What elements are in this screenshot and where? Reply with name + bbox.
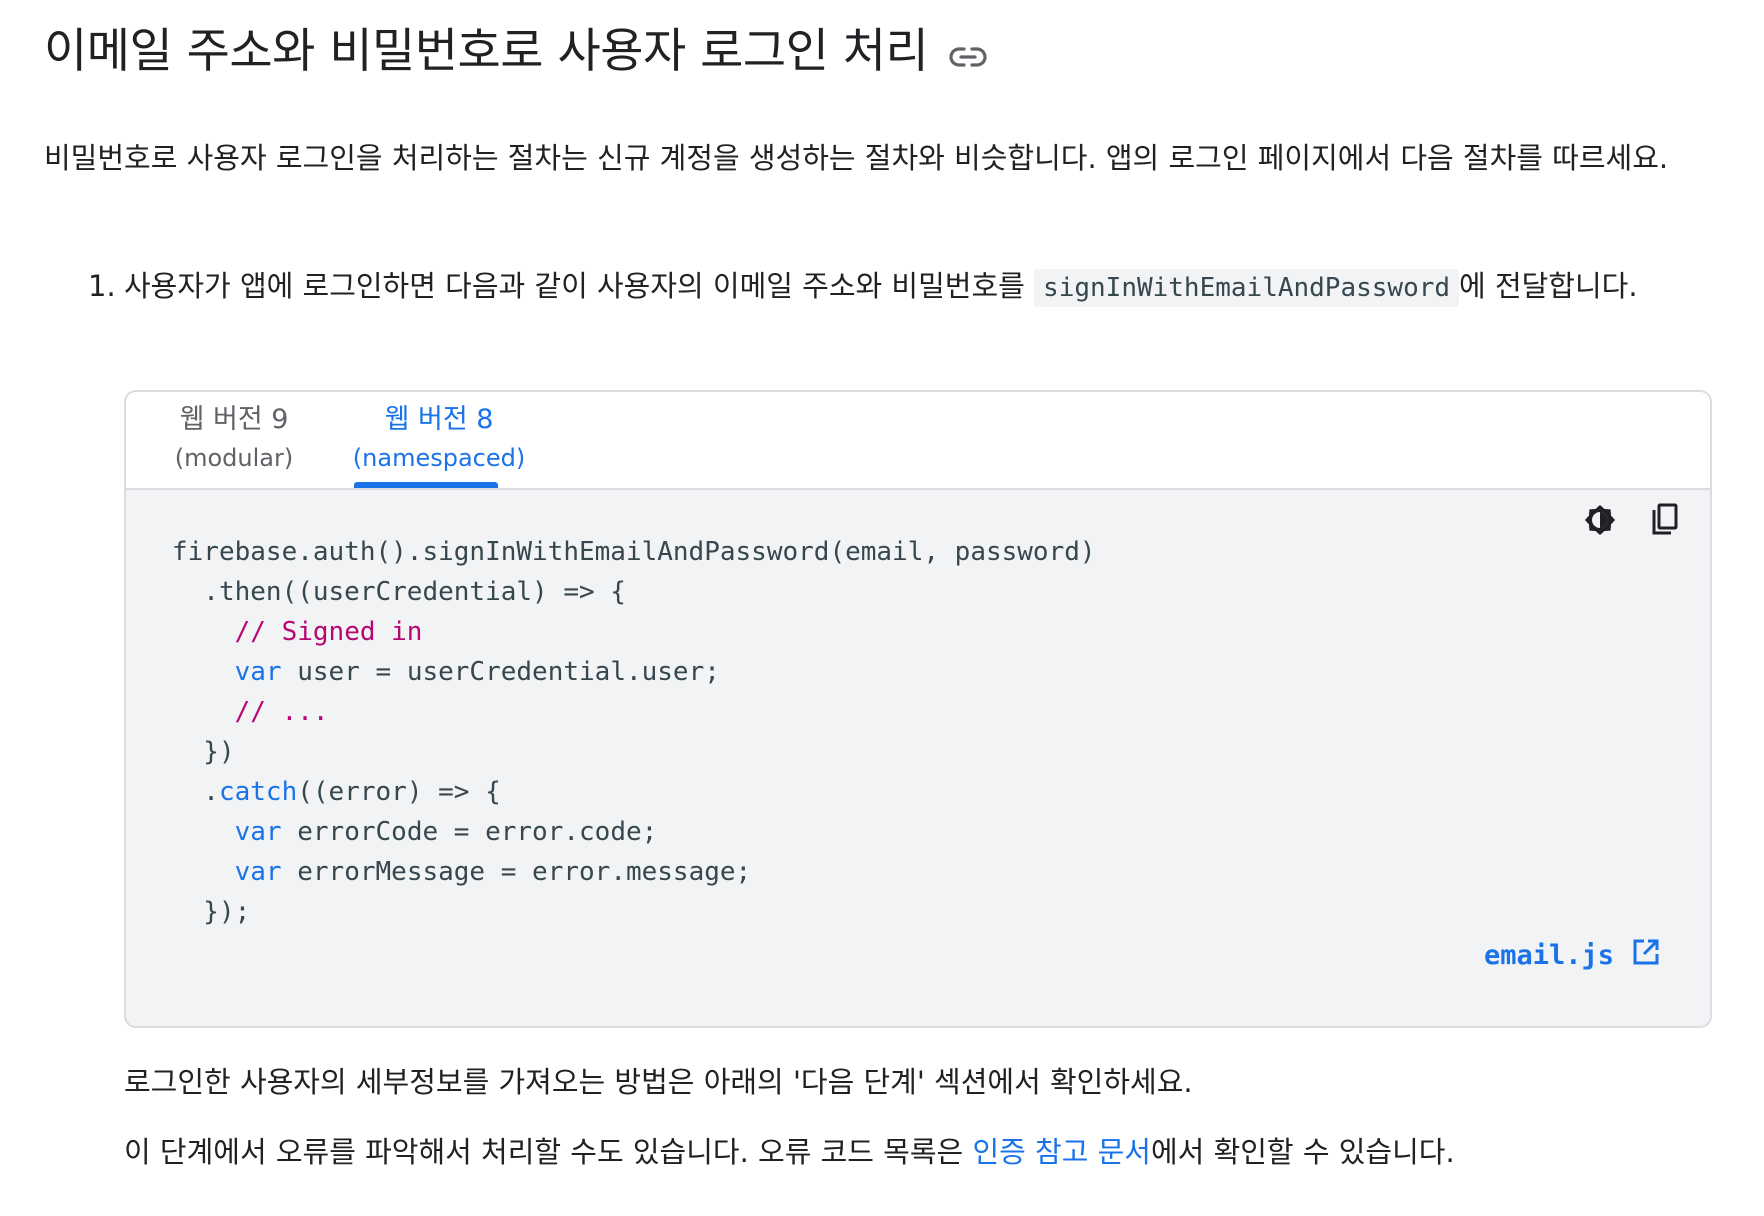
code-token: .then((userCredential) => { xyxy=(172,577,626,607)
step-text-before: 사용자가 앱에 로그인하면 다음과 같이 사용자의 이메일 주소와 비밀번호를 xyxy=(124,269,1035,303)
intro-paragraph: 비밀번호로 사용자 로그인을 처리하는 절차는 신규 계정을 생성하는 절차와 … xyxy=(44,141,1669,175)
tab-sublabel: (namespaced) xyxy=(352,444,526,472)
code-keyword: var xyxy=(234,817,282,847)
brightness-icon[interactable] xyxy=(1584,500,1616,540)
page-title: 이메일 주소와 비밀번호로 사용자 로그인 처리 xyxy=(44,24,929,79)
code-line: firebase.auth().signInWithEmailAndPasswo… xyxy=(172,537,1096,567)
code-line: // ... xyxy=(172,697,329,727)
code-token: . xyxy=(172,777,219,807)
code-line: var errorMessage = error.message; xyxy=(172,857,752,887)
code-token: ((error) => { xyxy=(297,777,501,807)
code-token: }) xyxy=(172,737,235,767)
code-token: }); xyxy=(172,897,251,927)
code-token: errorCode = error.code; xyxy=(281,817,658,847)
link-icon[interactable] xyxy=(948,41,992,73)
code-line: }) xyxy=(172,737,235,767)
source-file-link[interactable]: email.js xyxy=(1484,938,1660,973)
code-line: var errorCode = error.code; xyxy=(172,817,658,847)
code-keyword: catch xyxy=(218,777,298,807)
error-text-before: 이 단계에서 오류를 파악해서 처리할 수도 있습니다. 오류 코드 목록은 xyxy=(124,1135,973,1169)
page: 이메일 주소와 비밀번호로 사용자 로그인 처리 비밀번호로 사용자 로그인을 … xyxy=(0,0,1764,1216)
step-text: 사용자가 앱에 로그인하면 다음과 같이 사용자의 이메일 주소와 비밀번호를 … xyxy=(124,262,1704,312)
tab-bar: 웹 버전 9 (modular) 웹 버전 8 (namespaced) xyxy=(126,392,1710,490)
tab-label: 웹 버전 8 xyxy=(384,404,494,435)
code-comment: // ... xyxy=(234,697,329,727)
next-steps-paragraph: 로그인한 사용자의 세부정보를 가져오는 방법은 아래의 '다음 단계' 섹션에… xyxy=(124,1065,1193,1099)
code-keyword: var xyxy=(234,657,282,687)
inline-code: signInWithEmailAndPassword xyxy=(1034,269,1460,307)
step-text-after: 에 전달합니다. xyxy=(1459,269,1638,303)
code-block: firebase.auth().signInWithEmailAndPasswo… xyxy=(172,532,1096,932)
error-text-after: 에서 확인할 수 있습니다. xyxy=(1150,1135,1455,1169)
code-token: user = userCredential.user; xyxy=(281,657,720,687)
copy-icon[interactable] xyxy=(1648,500,1680,540)
code-line: }); xyxy=(172,897,250,927)
source-file-name: email.js xyxy=(1483,940,1614,971)
code-token: firebase.auth().signInWithEmailAndPasswo… xyxy=(172,537,1096,567)
code-line: .catch((error) => { xyxy=(172,777,501,807)
code-keyword: var xyxy=(234,857,282,887)
code-token: errorMessage = error.message; xyxy=(281,857,752,887)
open-in-new-icon xyxy=(1632,938,1660,973)
tab-sublabel: (modular) xyxy=(174,444,294,472)
code-line: var user = userCredential.user; xyxy=(172,657,720,687)
heading-row: 이메일 주소와 비밀번호로 사용자 로그인 처리 xyxy=(44,22,992,82)
active-tab-indicator xyxy=(354,482,498,488)
code-toolbar xyxy=(1584,500,1680,540)
code-line: // Signed in xyxy=(172,617,423,647)
tab-web-v9[interactable]: 웹 버전 9 (modular) xyxy=(154,400,314,476)
step-item-1: 1. 사용자가 앱에 로그인하면 다음과 같이 사용자의 이메일 주소와 비밀번… xyxy=(88,262,1704,312)
code-comment: // Signed in xyxy=(234,617,423,647)
tab-label: 웹 버전 9 xyxy=(179,404,289,435)
tab-web-v8[interactable]: 웹 버전 8 (namespaced) xyxy=(336,400,542,476)
code-line: .then((userCredential) => { xyxy=(172,577,626,607)
auth-reference-link[interactable]: 인증 참고 문서 xyxy=(972,1135,1151,1169)
error-paragraph: 이 단계에서 오류를 파악해서 처리할 수도 있습니다. 오류 코드 목록은 인… xyxy=(124,1128,1455,1176)
code-card: 웹 버전 9 (modular) 웹 버전 8 (namespaced) fir… xyxy=(124,390,1712,1028)
step-number: 1. xyxy=(88,269,116,303)
